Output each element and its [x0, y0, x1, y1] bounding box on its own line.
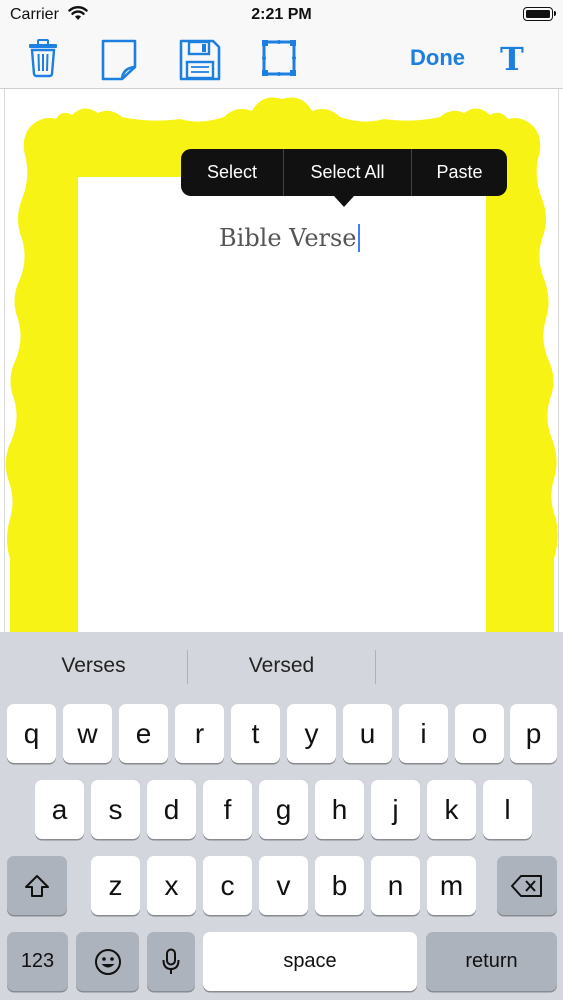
- trash-icon[interactable]: [26, 38, 60, 78]
- key-r[interactable]: r: [175, 704, 224, 763]
- key-a[interactable]: a: [35, 780, 84, 839]
- key-l[interactable]: l: [483, 780, 532, 839]
- key-n[interactable]: n: [371, 856, 420, 915]
- battery-icon: [523, 7, 556, 21]
- save-icon[interactable]: [178, 38, 222, 82]
- key-s[interactable]: s: [91, 780, 140, 839]
- edit-menu: Select Select All Paste: [181, 149, 507, 207]
- emoji-key[interactable]: [76, 932, 139, 991]
- key-k[interactable]: k: [427, 780, 476, 839]
- shift-key[interactable]: [7, 856, 67, 915]
- key-x[interactable]: x: [147, 856, 196, 915]
- frame-icon[interactable]: [260, 38, 298, 78]
- key-f[interactable]: f: [203, 780, 252, 839]
- paste-menu-item[interactable]: Paste: [412, 149, 507, 196]
- verse-text: Bible Verse: [219, 224, 357, 252]
- backspace-key[interactable]: [497, 856, 557, 915]
- suggestion-3[interactable]: [376, 632, 563, 700]
- suggestion-1[interactable]: Verses: [0, 632, 187, 700]
- key-v[interactable]: v: [259, 856, 308, 915]
- numbers-key[interactable]: 123: [7, 932, 68, 991]
- space-key[interactable]: space: [203, 932, 417, 991]
- key-z[interactable]: z: [91, 856, 140, 915]
- key-q[interactable]: q: [7, 704, 56, 763]
- suggestion-2[interactable]: Versed: [188, 632, 375, 700]
- clock: 2:21 PM: [251, 6, 312, 23]
- keyboard: Verses Versed q w e r t y u i o p a s d …: [0, 632, 563, 1000]
- key-y[interactable]: y: [287, 704, 336, 763]
- key-j[interactable]: j: [371, 780, 420, 839]
- key-w[interactable]: w: [63, 704, 112, 763]
- key-e[interactable]: e: [119, 704, 168, 763]
- backspace-icon: [511, 874, 542, 897]
- key-d[interactable]: d: [147, 780, 196, 839]
- key-p[interactable]: p: [510, 704, 557, 763]
- done-button[interactable]: Done: [410, 45, 465, 71]
- select-all-menu-item[interactable]: Select All: [284, 149, 411, 196]
- key-c[interactable]: c: [203, 856, 252, 915]
- key-t[interactable]: t: [231, 704, 280, 763]
- key-g[interactable]: g: [259, 780, 308, 839]
- toolbar: Done T: [0, 30, 563, 89]
- new-page-icon[interactable]: [100, 38, 140, 82]
- status-bar: Carrier 2:21 PM: [0, 0, 563, 30]
- key-h[interactable]: h: [315, 780, 364, 839]
- emoji-icon: [94, 948, 121, 975]
- microphone-icon: [162, 948, 180, 974]
- select-menu-item[interactable]: Select: [181, 149, 283, 196]
- return-key[interactable]: return: [426, 932, 557, 991]
- text-tool-button[interactable]: T: [500, 40, 524, 78]
- key-i[interactable]: i: [399, 704, 448, 763]
- text-cursor: [357, 224, 360, 252]
- verse-text-field[interactable]: Bible Verse: [219, 224, 360, 252]
- key-o[interactable]: o: [455, 704, 504, 763]
- shift-arrow-icon: [25, 874, 49, 897]
- key-m[interactable]: m: [427, 856, 476, 915]
- key-u[interactable]: u: [343, 704, 392, 763]
- microphone-key[interactable]: [147, 932, 195, 991]
- key-b[interactable]: b: [315, 856, 364, 915]
